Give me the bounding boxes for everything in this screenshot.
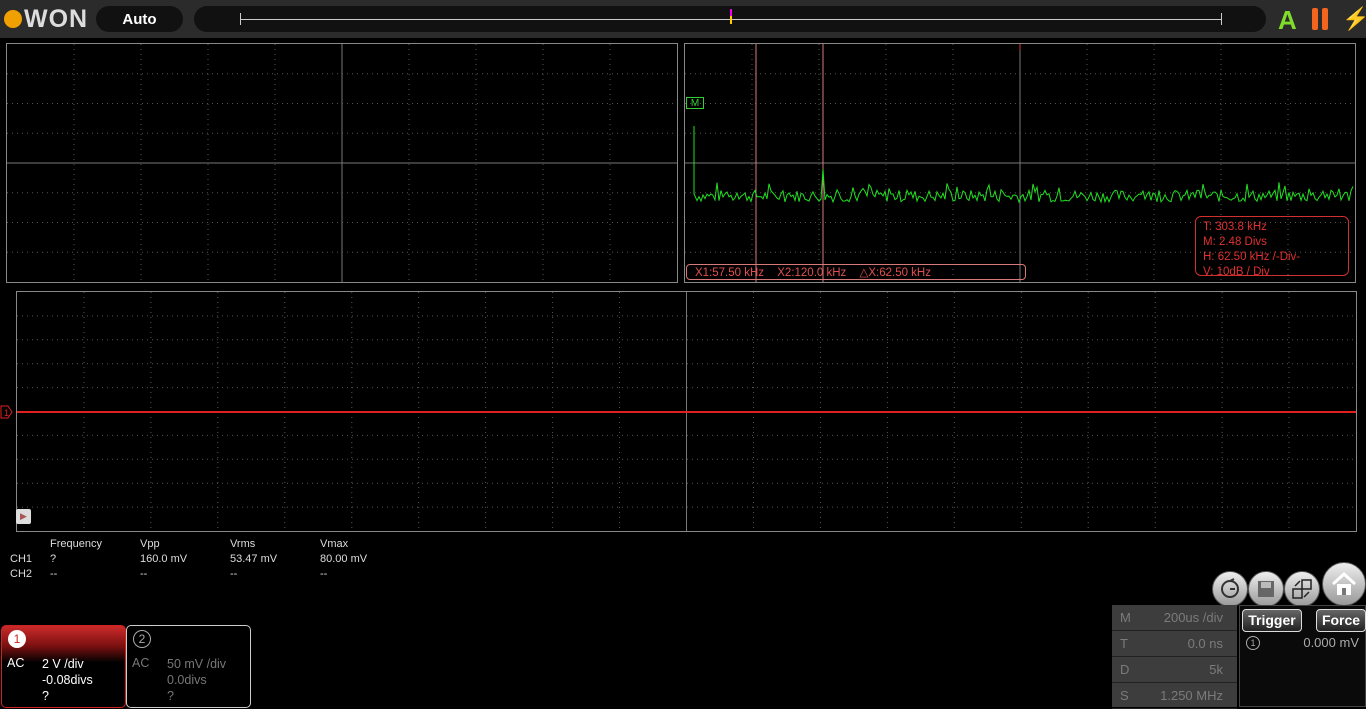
timebase-value: 5k xyxy=(1209,662,1223,677)
trigger-source-icon[interactable]: 1 xyxy=(1246,636,1260,650)
measurement-header: Vmax xyxy=(320,538,349,550)
ch2-extra: ? xyxy=(167,689,174,703)
main-waveform-panel[interactable] xyxy=(16,291,1357,532)
timebase-row[interactable]: M 200us /div xyxy=(1112,605,1237,631)
measurement-channel: CH1 xyxy=(10,553,33,565)
timebase-row[interactable]: D 5k xyxy=(1112,657,1237,683)
fft-trace xyxy=(693,126,1354,204)
cursor-x1-value: X1:57.50 kHz xyxy=(695,267,765,279)
timebase-row[interactable]: S 1.250 MHz xyxy=(1112,683,1237,709)
trigger-button[interactable]: Trigger xyxy=(1242,609,1302,632)
timebase-key: S xyxy=(1120,688,1129,703)
timebase-panel[interactable]: M 200us /div T 0.0 ns D 5k S 1.250 MHz xyxy=(1112,605,1237,709)
cursor-readout: X1:57.50 kHz X2:120.0 kHz △X:62.50 kHz xyxy=(686,264,1026,280)
measurement-value: -- xyxy=(320,568,328,580)
measurement-value: ? xyxy=(50,553,57,565)
measurement-value: -- xyxy=(50,568,58,580)
measurement-header: Vpp xyxy=(140,538,160,550)
ch1-trace-layer xyxy=(17,411,1356,413)
fft-info-line: V: 10dB / Div xyxy=(1203,266,1270,278)
measurement-value: 80.00 mV xyxy=(320,553,368,565)
force-button[interactable]: Force xyxy=(1316,609,1366,632)
svg-text:1: 1 xyxy=(4,408,9,418)
timeline-start-tick xyxy=(240,13,241,25)
fft-info-box: T: 303.8 kHz M: 2.48 Divs H: 62.50 kHz /… xyxy=(1195,216,1349,278)
ch2-scale: 50 mV /div xyxy=(167,657,227,671)
ch1-level-marker-icon[interactable]: 1 xyxy=(0,405,13,419)
trigger-play-marker-icon[interactable]: ▶ xyxy=(16,509,31,524)
timebase-value: 200us /div xyxy=(1163,610,1223,625)
run-stop-pause-icon[interactable] xyxy=(1312,8,1330,30)
ch1-settings-box[interactable]: 1 AC 2 V /div -0.08divs ? xyxy=(1,625,126,708)
ch1-extra: ? xyxy=(42,689,49,703)
save-icon xyxy=(1258,581,1274,597)
view-position-marker-icon xyxy=(730,16,732,24)
timebase-key: M xyxy=(1120,610,1131,625)
waveform-panel-left[interactable] xyxy=(6,43,678,283)
fft-info-line: M: 2.48 Divs xyxy=(1203,236,1267,248)
measurement-value: 160.0 mV xyxy=(140,553,188,565)
timebase-key: D xyxy=(1120,662,1130,677)
timebase-row[interactable]: T 0.0 ns xyxy=(1112,631,1237,657)
trigger-panel[interactable]: Trigger Force 1 0.000 mV xyxy=(1239,605,1366,707)
grid-left xyxy=(7,44,677,282)
ch2-settings-box[interactable]: 2 AC 50 mV /div 0.0divs ? xyxy=(126,625,251,708)
measurement-header: Frequency xyxy=(50,538,102,550)
measurement-value: -- xyxy=(140,568,148,580)
cursor-x2-value: X2:120.0 kHz xyxy=(777,267,847,279)
trigger-level: 0.000 mV xyxy=(1303,635,1359,650)
ch1-offset: -0.08divs xyxy=(42,673,93,687)
ch2-offset: 0.0divs xyxy=(167,673,207,687)
ch1-coupling: AC xyxy=(7,656,25,670)
cursor-dx-value: △X:62.50 kHz xyxy=(859,267,932,279)
timebase-value: 0.0 ns xyxy=(1187,636,1223,651)
logo-circle-icon xyxy=(4,10,22,28)
memory-position-bar[interactable] xyxy=(194,6,1266,32)
fft-m-marker-icon: M xyxy=(686,97,704,109)
autoset-button[interactable] xyxy=(1212,571,1248,607)
ch2-number-icon: 2 xyxy=(133,630,151,648)
home-button[interactable] xyxy=(1322,562,1366,606)
fft-info-line: T: 303.8 kHz xyxy=(1203,221,1267,233)
switch-view-button[interactable] xyxy=(1284,571,1320,607)
save-button[interactable] xyxy=(1248,571,1284,607)
measurement-header: Vrms xyxy=(230,538,256,550)
trigger-mode-button[interactable]: Auto xyxy=(96,6,183,32)
ch1-scale: 2 V /div xyxy=(42,657,84,671)
measurement-channel: CH2 xyxy=(10,568,33,580)
autoset-icon xyxy=(1221,578,1239,598)
timebase-value: 1.250 MHz xyxy=(1160,688,1223,703)
ch2-coupling: AC xyxy=(132,656,150,670)
measurement-value: 53.47 mV xyxy=(230,553,278,565)
logo-text: WON xyxy=(24,4,89,33)
auto-a-icon[interactable]: A xyxy=(1278,5,1297,36)
owon-logo: WON xyxy=(4,4,88,34)
timeline-end-tick xyxy=(1221,13,1222,25)
bolt-icon[interactable]: ⚡ xyxy=(1342,6,1366,32)
switch-icon xyxy=(1292,579,1312,599)
fft-info-line: H: 62.50 kHz /-Div- xyxy=(1203,251,1301,263)
ch1-number-icon: 1 xyxy=(8,630,26,648)
measurement-value: -- xyxy=(230,568,238,580)
timebase-key: T xyxy=(1120,636,1128,651)
home-icon xyxy=(1331,571,1357,595)
